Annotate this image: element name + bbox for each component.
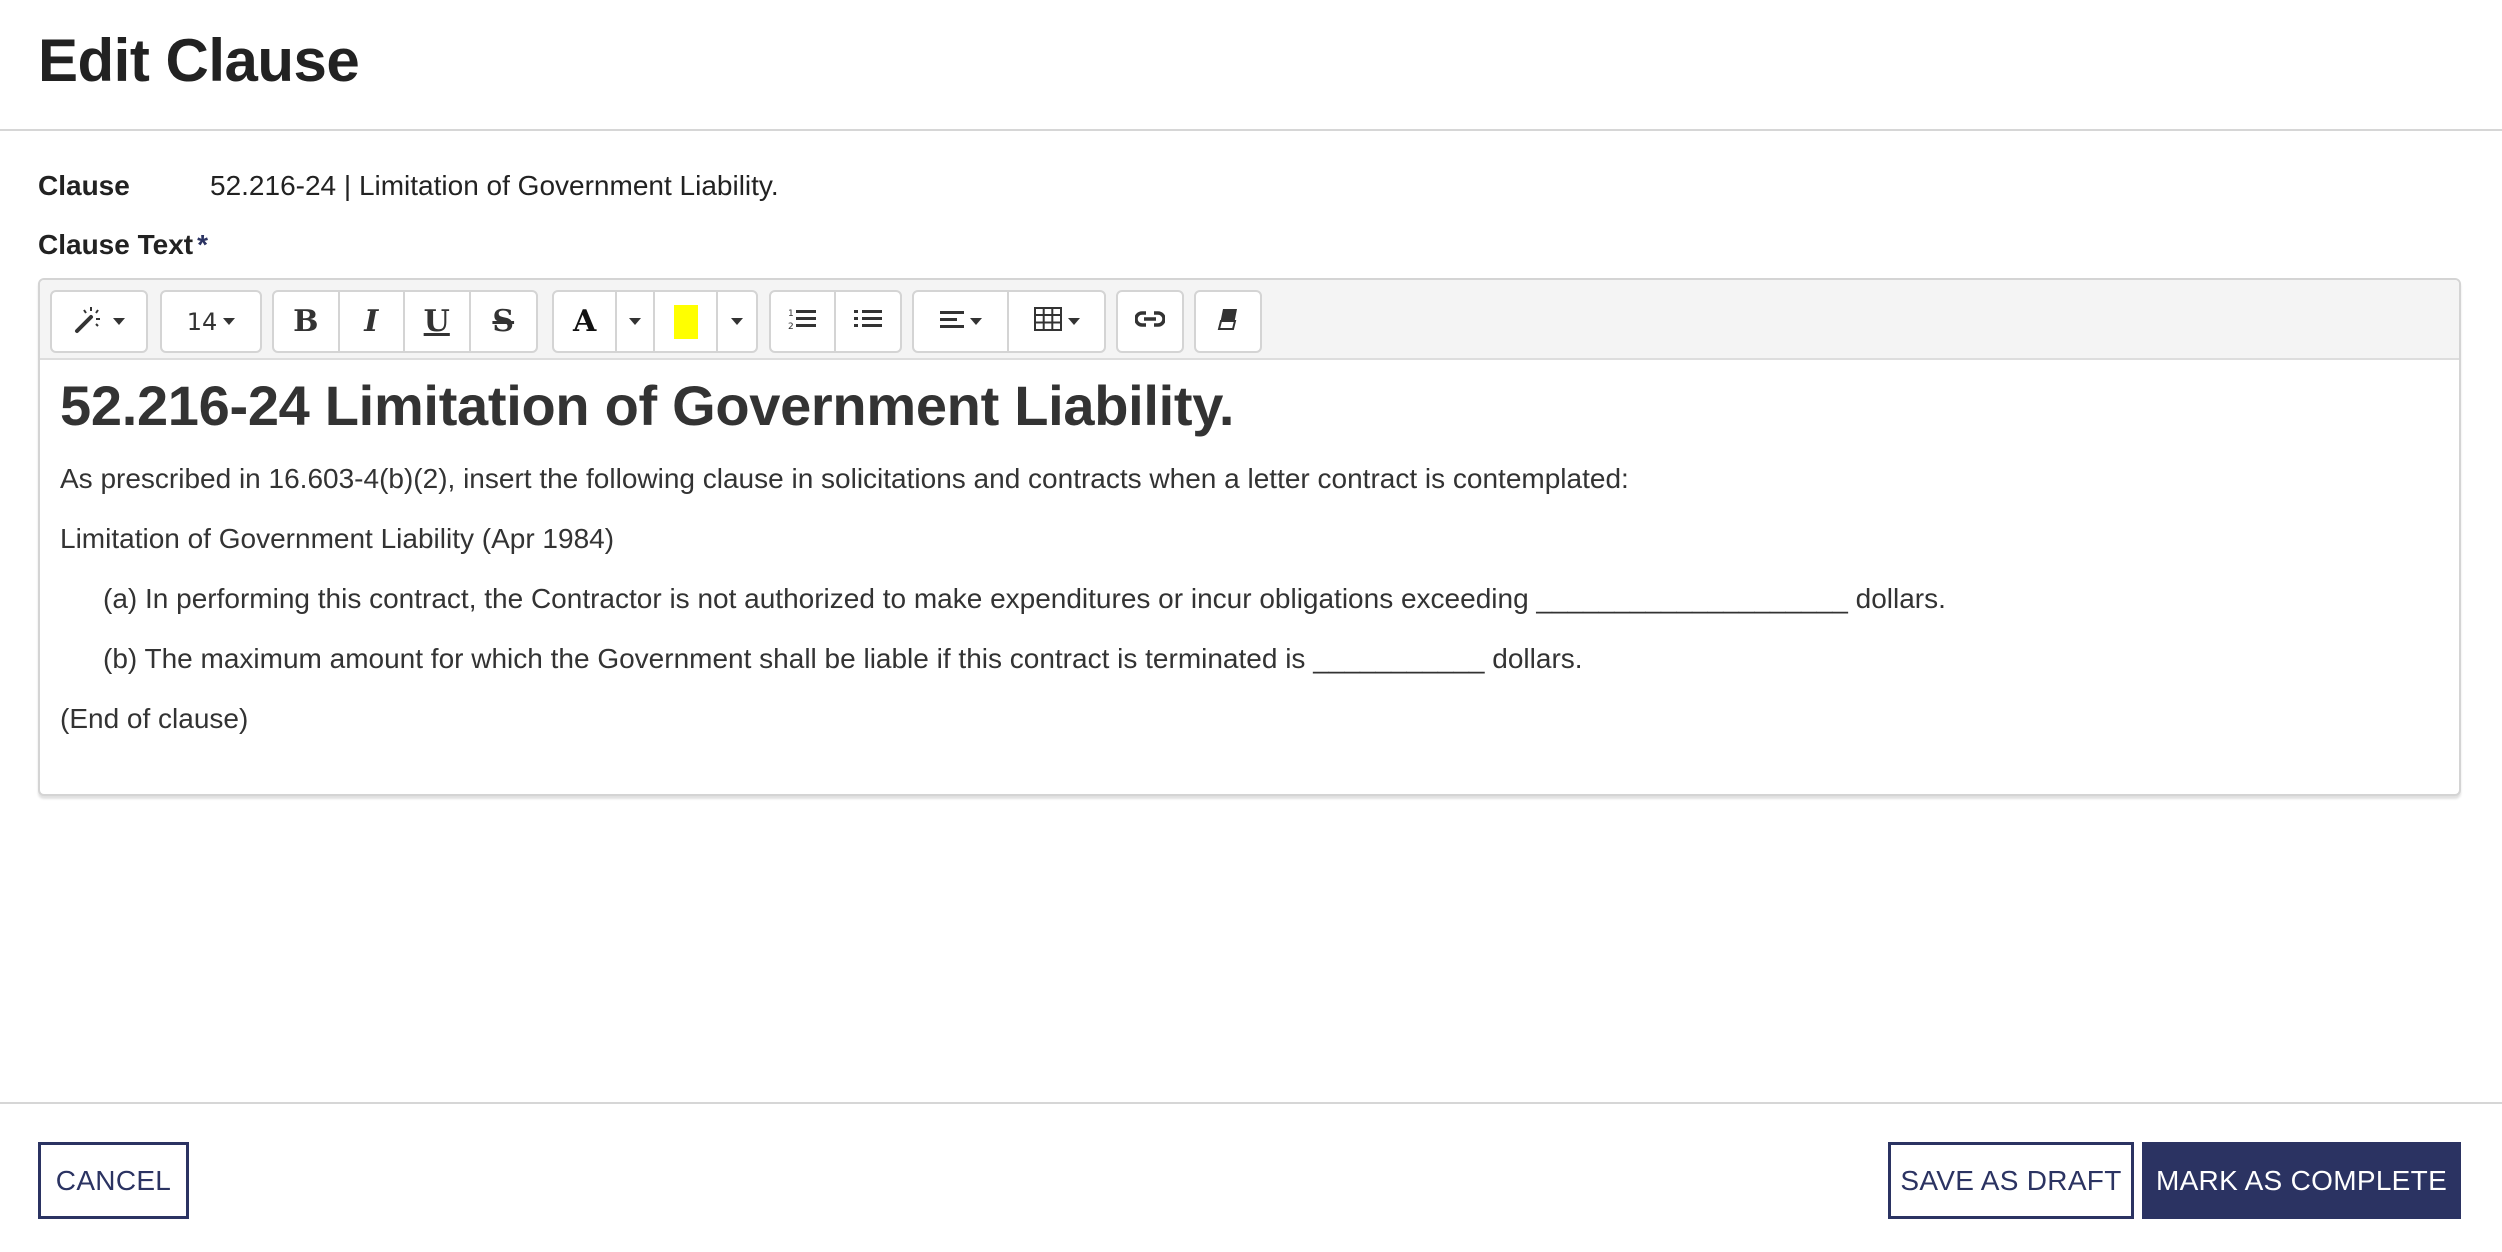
- italic-button[interactable]: I: [340, 292, 405, 351]
- svg-text:2: 2: [788, 322, 794, 331]
- font-size-group: 14: [160, 290, 262, 353]
- font-color-dropdown[interactable]: [617, 292, 656, 351]
- strikethrough-button[interactable]: S: [471, 292, 536, 351]
- chevron-down-icon: [969, 318, 982, 325]
- link-group: [1116, 290, 1184, 353]
- text-format-group: B I U S: [272, 290, 538, 353]
- unordered-list-icon: [853, 307, 882, 336]
- magic-wand-icon: [73, 304, 107, 339]
- font-size-value: 14: [186, 307, 218, 336]
- header-divider: [0, 129, 2502, 131]
- clause-text-label-text: Clause Text: [38, 229, 194, 260]
- editor-content[interactable]: 52.216-24 Limitation of Government Liabi…: [60, 372, 2439, 761]
- highlight-color-dropdown[interactable]: [718, 292, 756, 351]
- paragraph-group: [912, 290, 1106, 353]
- underline-button[interactable]: U: [405, 292, 471, 351]
- font-size-dropdown[interactable]: 14: [162, 292, 260, 351]
- chevron-down-icon: [629, 318, 642, 325]
- link-icon: [1134, 310, 1166, 333]
- ordered-list-icon: 1 2: [788, 307, 817, 336]
- underline-icon: U: [423, 304, 450, 339]
- ordered-list-button[interactable]: 1 2: [771, 292, 836, 351]
- prescription-paragraph: As prescribed in 16.603-4(b)(2), insert …: [60, 463, 1629, 495]
- insert-link-button[interactable]: [1118, 292, 1182, 351]
- chevron-down-icon: [223, 318, 236, 325]
- rich-text-editor: 14 B I U S A 1 2 52.216-24 Limitation of…: [38, 278, 2461, 796]
- clear-formatting-button[interactable]: [1196, 292, 1260, 351]
- align-dropdown[interactable]: [914, 292, 1010, 351]
- font-color-button[interactable]: A: [554, 292, 618, 351]
- chevron-down-icon: [731, 318, 744, 325]
- bold-icon: B: [293, 304, 319, 339]
- italic-icon: I: [364, 304, 379, 339]
- table-icon: [1033, 307, 1062, 336]
- chevron-down-icon: [1067, 318, 1080, 325]
- svg-text:1: 1: [788, 309, 794, 319]
- end-of-clause-paragraph: (End of clause): [60, 703, 249, 735]
- clause-title-paragraph: Limitation of Government Liability (Apr …: [60, 523, 615, 555]
- unordered-list-button[interactable]: [836, 292, 900, 351]
- save-as-draft-button[interactable]: SAVE AS DRAFT: [1888, 1142, 2134, 1219]
- clause-text-label: Clause Text *: [38, 229, 208, 261]
- font-color-icon: A: [573, 304, 597, 339]
- style-dropdown-button[interactable]: [52, 292, 146, 351]
- clause-label: Clause: [38, 170, 130, 201]
- style-group: [50, 290, 148, 353]
- strikethrough-icon: S: [492, 304, 515, 339]
- color-group: A: [552, 290, 758, 353]
- highlight-swatch-icon: [673, 304, 698, 339]
- editor-toolbar: 14 B I U S A 1 2: [40, 280, 2459, 360]
- clause-paragraph-a: (a) In performing this contract, the Con…: [103, 583, 1946, 615]
- table-dropdown[interactable]: [1009, 292, 1104, 351]
- eraser-icon: [1217, 307, 1239, 336]
- mark-as-complete-button[interactable]: MARK AS COMPLETE: [2142, 1142, 2461, 1219]
- page-title: Edit Clause: [38, 27, 360, 94]
- clear-format-group: [1194, 290, 1262, 353]
- footer-divider: [0, 1102, 2502, 1104]
- highlight-color-button[interactable]: [655, 292, 719, 351]
- align-left-icon: [939, 309, 964, 334]
- bold-button[interactable]: B: [274, 292, 340, 351]
- clause-paragraph-b: (b) The maximum amount for which the Gov…: [103, 643, 1583, 675]
- required-marker: *: [197, 229, 208, 260]
- cancel-button[interactable]: CANCEL: [38, 1142, 189, 1219]
- clause-value: 52.216-24 | Limitation of Government Lia…: [210, 170, 779, 201]
- clause-heading: 52.216-24 Limitation of Government Liabi…: [60, 374, 1235, 437]
- chevron-down-icon: [113, 318, 125, 325]
- list-group: 1 2: [769, 290, 902, 353]
